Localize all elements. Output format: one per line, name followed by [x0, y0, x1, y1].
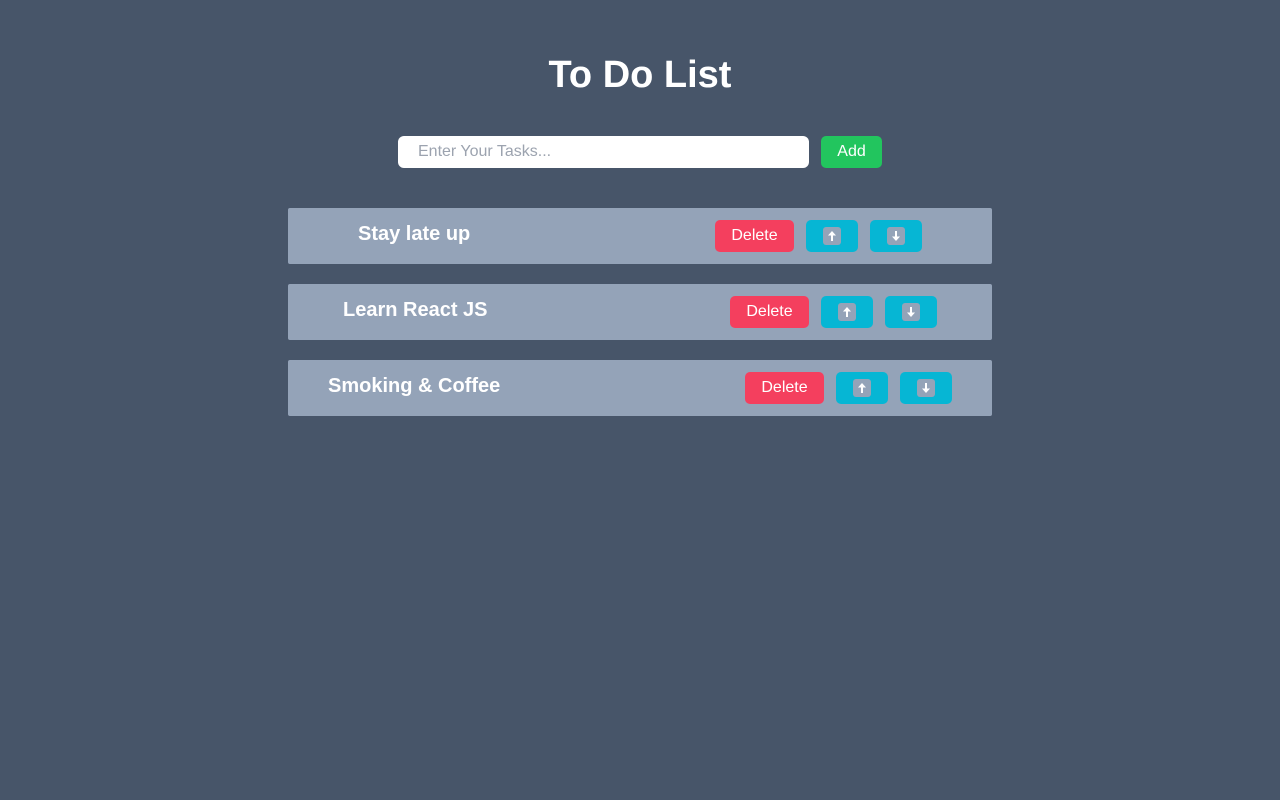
task-row: Stay late up Delete: [288, 208, 992, 264]
add-button[interactable]: Add: [821, 136, 882, 168]
arrow-down-icon: [887, 227, 905, 245]
move-down-button[interactable]: [900, 372, 952, 404]
delete-button[interactable]: Delete: [715, 220, 794, 252]
move-up-button[interactable]: [836, 372, 888, 404]
arrow-up-icon: [823, 227, 841, 245]
delete-button[interactable]: Delete: [730, 296, 809, 328]
arrow-down-icon: [902, 303, 920, 321]
delete-button[interactable]: Delete: [745, 372, 824, 404]
move-down-button[interactable]: [870, 220, 922, 252]
task-row: Learn React JS Delete: [288, 284, 992, 340]
move-up-button[interactable]: [821, 296, 873, 328]
arrow-down-icon: [917, 379, 935, 397]
arrow-up-icon: [853, 379, 871, 397]
task-text: Stay late up: [358, 223, 471, 245]
task-input[interactable]: [398, 136, 809, 168]
task-text: Learn React JS: [343, 299, 488, 321]
page-title: To Do List: [548, 54, 732, 96]
task-row: Smoking & Coffee Delete: [288, 360, 992, 416]
move-up-button[interactable]: [806, 220, 858, 252]
task-text: Smoking & Coffee: [328, 375, 501, 397]
arrow-up-icon: [838, 303, 856, 321]
move-down-button[interactable]: [885, 296, 937, 328]
